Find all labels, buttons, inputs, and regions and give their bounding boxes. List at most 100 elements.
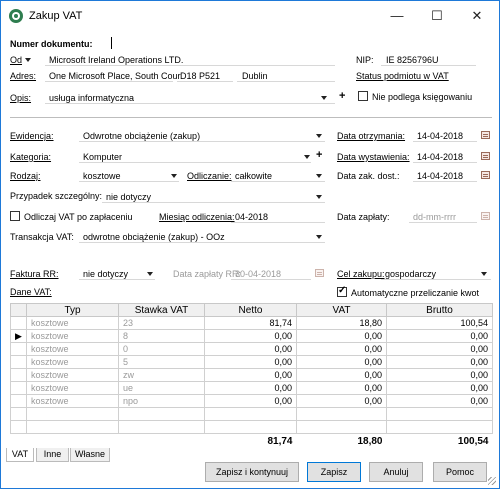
row-selector[interactable] <box>10 394 27 408</box>
row-selector[interactable] <box>10 381 27 395</box>
title-bar[interactable]: Zakup VAT — ☐ ✕ <box>1 1 499 31</box>
description-dropdown-icon[interactable] <box>321 96 327 100</box>
table-row[interactable]: kosztowe ue 0,00 0,00 0,00 <box>10 381 493 395</box>
maximize-icon[interactable]: ☐ <box>417 1 457 31</box>
odliczaj-checkbox[interactable] <box>10 211 20 221</box>
stawka-cell[interactable]: npo <box>118 394 205 408</box>
calendar-icon[interactable] <box>481 131 490 139</box>
table-row[interactable]: kosztowe 5 0,00 0,00 0,00 <box>10 355 493 369</box>
brutto-cell[interactable]: 0,00 <box>386 394 493 408</box>
kategoria-dropdown-icon[interactable] <box>304 155 310 159</box>
column-header[interactable]: Stawka VAT <box>118 303 205 317</box>
vat-cell[interactable]: 0,00 <box>296 368 387 382</box>
brutto-cell[interactable]: 100,54 <box>386 316 493 330</box>
transakcja-select[interactable]: odwrotne obciążenie (zakup) - OOz <box>83 232 225 242</box>
faktura-rr-select[interactable]: nie dotyczy <box>83 269 128 279</box>
data-wystawienia-input[interactable]: 14-04-2018 <box>417 152 463 162</box>
doc-number-input[interactable] <box>111 37 491 49</box>
netto-cell[interactable]: 81,74 <box>204 316 297 330</box>
typ-cell[interactable]: kosztowe <box>26 355 119 369</box>
stawka-cell[interactable]: 0 <box>118 342 205 356</box>
row-selector[interactable] <box>10 420 27 434</box>
data-zaplaty-rr-input[interactable]: 30-04-2018 <box>235 269 281 279</box>
calendar-icon[interactable] <box>315 269 324 277</box>
netto-cell[interactable]: 0,00 <box>204 329 297 343</box>
typ-cell[interactable]: kosztowe <box>26 329 119 343</box>
vat-cell[interactable]: 0,00 <box>296 394 387 408</box>
netto-cell[interactable]: 0,00 <box>204 368 297 382</box>
address-street-input[interactable]: One Microsoft Place, South Cour <box>49 71 181 81</box>
resize-grip-icon[interactable] <box>488 477 496 485</box>
save-continue-button[interactable]: Zapisz i kontynuuj <box>205 462 299 482</box>
table-row[interactable]: kosztowe zw 0,00 0,00 0,00 <box>10 368 493 382</box>
vat-cell[interactable]: 0,00 <box>296 329 387 343</box>
table-row[interactable]: kosztowe npo 0,00 0,00 0,00 <box>10 394 493 408</box>
description-input[interactable]: usługa informatyczna <box>49 93 134 103</box>
brutto-cell[interactable]: 0,00 <box>386 329 493 343</box>
address-postcode-input[interactable]: D18 P521 <box>180 71 220 81</box>
rodzaj-select[interactable]: kosztowe <box>83 171 121 181</box>
tab-vat[interactable]: VAT <box>6 448 34 462</box>
add-description-icon[interactable]: + <box>339 90 345 102</box>
calendar-icon[interactable] <box>481 171 490 179</box>
table-row[interactable]: kosztowe 23 81,74 18,80 100,54 <box>10 316 493 330</box>
row-selector[interactable] <box>10 355 27 369</box>
stawka-cell[interactable]: zw <box>118 368 205 382</box>
rodzaj-dropdown-icon[interactable] <box>171 174 177 178</box>
vat-cell[interactable]: 18,80 <box>296 316 387 330</box>
netto-cell[interactable]: 0,00 <box>204 394 297 408</box>
column-header[interactable]: Typ <box>26 303 119 317</box>
auto-calc-checkbox[interactable] <box>337 285 347 297</box>
przypadek-select[interactable]: nie dotyczy <box>106 192 151 202</box>
address-city-input[interactable]: Dublin <box>242 71 268 81</box>
add-kategoria-icon[interactable]: + <box>316 149 322 161</box>
transakcja-dropdown-icon[interactable] <box>316 235 322 239</box>
from-dropdown-icon[interactable] <box>25 58 31 62</box>
from-input[interactable]: Microsoft Ireland Operations LTD. <box>49 55 183 65</box>
stawka-cell[interactable]: ue <box>118 381 205 395</box>
brutto-cell[interactable]: 0,00 <box>386 342 493 356</box>
brutto-cell[interactable]: 0,00 <box>386 368 493 382</box>
stawka-cell[interactable]: 8 <box>118 329 205 343</box>
tab-inne[interactable]: Inne <box>36 448 69 462</box>
calendar-icon[interactable] <box>481 212 490 220</box>
column-header[interactable]: Brutto <box>386 303 493 317</box>
no-booking-checkbox[interactable] <box>358 91 368 101</box>
tab-wlasne[interactable]: Własne <box>70 448 110 462</box>
help-button[interactable]: Pomoc <box>433 462 487 482</box>
miesiac-input[interactable]: 04-2018 <box>235 212 268 222</box>
column-header[interactable]: VAT <box>296 303 387 317</box>
stawka-cell[interactable]: 23 <box>118 316 205 330</box>
table-row-empty[interactable] <box>10 407 493 421</box>
data-zaplaty-input[interactable]: dd-mm-rrrr <box>413 212 456 222</box>
data-zak-input[interactable]: 14-04-2018 <box>417 171 463 181</box>
ewidencja-select[interactable]: Odwrotne obciążenie (zakup) <box>83 131 200 141</box>
kategoria-select[interactable]: Komputer <box>83 152 122 162</box>
table-row[interactable]: ▶ kosztowe 8 0,00 0,00 0,00 <box>10 329 493 343</box>
vat-cell[interactable]: 0,00 <box>296 355 387 369</box>
from-label[interactable]: Od <box>10 55 22 65</box>
cel-zakupu-select[interactable]: gospodarczy <box>385 269 436 279</box>
row-selector[interactable] <box>10 368 27 382</box>
nip-input[interactable]: IE 8256796U <box>386 55 439 65</box>
typ-cell[interactable]: kosztowe <box>26 342 119 356</box>
vat-cell[interactable]: 0,00 <box>296 381 387 395</box>
row-selector[interactable] <box>10 342 27 356</box>
table-row-empty[interactable] <box>10 420 493 434</box>
close-icon[interactable]: ✕ <box>457 1 497 31</box>
typ-cell[interactable]: kosztowe <box>26 368 119 382</box>
row-selector[interactable] <box>10 407 27 421</box>
ewidencja-dropdown-icon[interactable] <box>316 134 322 138</box>
cel-zakupu-dropdown-icon[interactable] <box>481 272 487 276</box>
netto-cell[interactable]: 0,00 <box>204 381 297 395</box>
netto-cell[interactable]: 0,00 <box>204 342 297 356</box>
cancel-button[interactable]: Anuluj <box>369 462 423 482</box>
brutto-cell[interactable]: 0,00 <box>386 381 493 395</box>
typ-cell[interactable]: kosztowe <box>26 394 119 408</box>
data-otrzymania-input[interactable]: 14-04-2018 <box>417 131 463 141</box>
faktura-rr-dropdown-icon[interactable] <box>147 272 153 276</box>
vat-cell[interactable]: 0,00 <box>296 342 387 356</box>
netto-cell[interactable]: 0,00 <box>204 355 297 369</box>
odliczanie-dropdown-icon[interactable] <box>316 174 322 178</box>
save-button[interactable]: Zapisz <box>307 462 361 482</box>
